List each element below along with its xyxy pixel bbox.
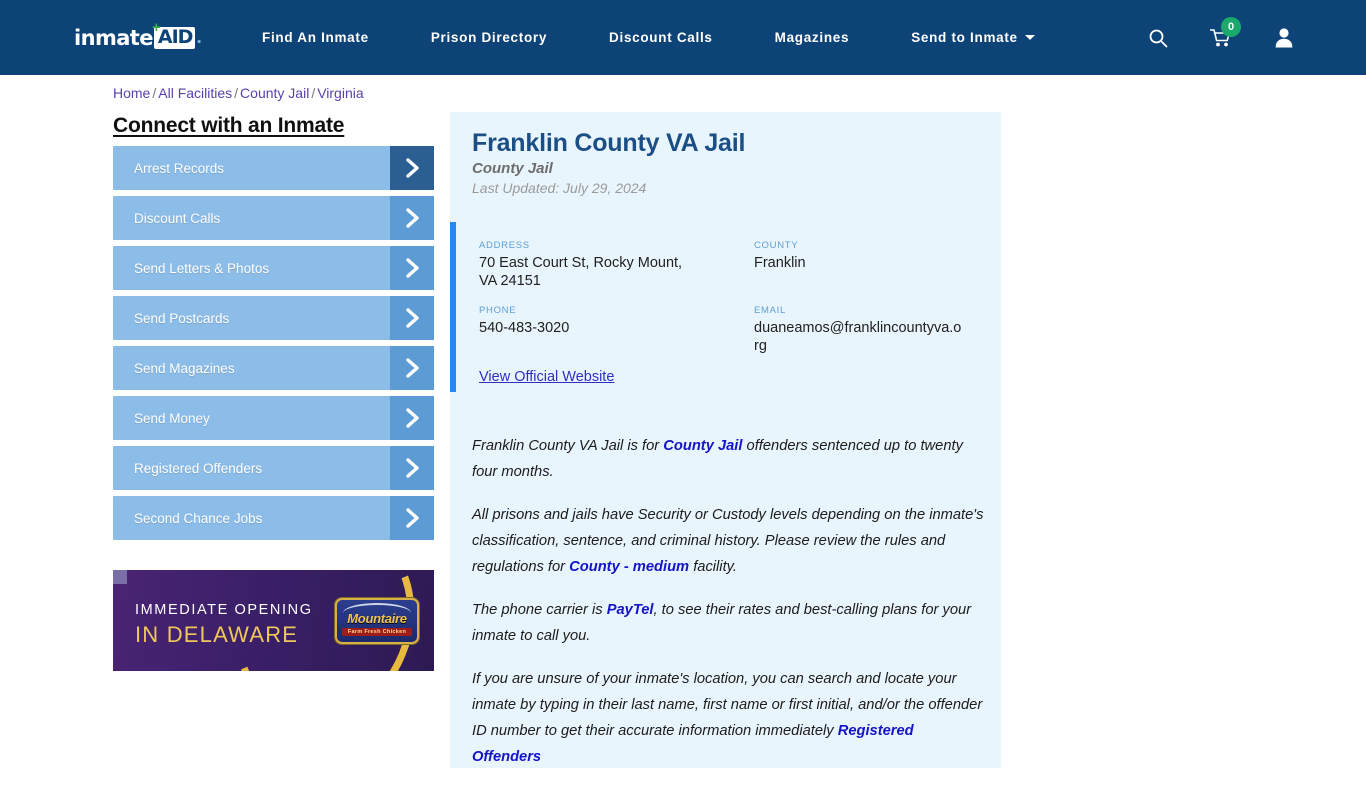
sidebar-item-label: Discount Calls: [134, 210, 221, 226]
sidebar-item-label: Arrest Records: [134, 160, 225, 176]
nav-item-find-an-inmate[interactable]: Find An Inmate: [262, 30, 369, 45]
sidebar-heading: Connect with an Inmate: [113, 114, 345, 137]
breadcrumb-item-virginia[interactable]: Virginia: [317, 85, 363, 101]
cart-button[interactable]: 0: [1210, 16, 1241, 48]
mountaire-logo: Mountaire Farm Fresh Chicken: [335, 598, 419, 644]
nav-item-send-to-inmate-label: Send to Inmate: [911, 30, 1018, 45]
p3-link-paytel[interactable]: PayTel: [607, 602, 654, 618]
nav-item-prison-directory[interactable]: Prison Directory: [431, 30, 547, 45]
sidebar-item-label: Send Postcards: [134, 310, 230, 326]
accent-bar: [450, 222, 456, 392]
info-value: 70 East Court St, Rocky Mount, VA 24151: [479, 255, 683, 290]
logo-plus-icon: +: [152, 19, 161, 36]
facility-detail-card: Franklin County VA Jail County Jail Last…: [450, 112, 1001, 768]
nav-item-magazines[interactable]: Magazines: [775, 30, 850, 45]
description-paragraph-3: The phone carrier is PayTel, to see thei…: [472, 597, 984, 649]
account-button[interactable]: [1274, 27, 1294, 48]
info-field-county: COUNTY Franklin: [754, 240, 979, 272]
search-icon: [1149, 29, 1168, 47]
info-label: EMAIL: [754, 305, 787, 316]
chevron-right-icon: [390, 246, 434, 290]
top-navigation-bar: inmate + AID . Find An Inmate Prison Dir…: [0, 0, 1366, 75]
chevron-right-icon: [390, 296, 434, 340]
sidebar-item-send-money[interactable]: Send Money: [113, 396, 434, 440]
facility-info-block: ADDRESS 70 East Court St, Rocky Mount, V…: [450, 222, 1001, 392]
advertisement-banner[interactable]: IMMEDIATE OPENING IN DELAWARE Mountaire …: [113, 570, 434, 671]
ad-headline-line2: IN DELAWARE: [135, 622, 299, 647]
view-official-website-link[interactable]: View Official Website: [479, 369, 614, 385]
info-value: duaneamos@franklincountyva.org: [754, 320, 962, 355]
info-field-email: EMAIL duaneamos@franklincountyva.org: [754, 305, 966, 356]
site-logo[interactable]: inmate + AID .: [74, 20, 202, 52]
description-paragraph-2: All prisons and jails have Security or C…: [472, 502, 984, 580]
breadcrumb: Home / All Facilities / County Jail / Virginia: [113, 85, 364, 101]
breadcrumb-item-all-facilities[interactable]: All Facilities: [158, 85, 232, 101]
info-label: COUNTY: [754, 240, 799, 251]
chevron-right-icon: [390, 446, 434, 490]
chevron-right-icon: [390, 146, 434, 190]
facility-type: County Jail: [472, 160, 553, 177]
breadcrumb-item-county-jail[interactable]: County Jail: [240, 85, 309, 101]
logo-dot: .: [196, 27, 202, 48]
chevron-right-icon: [390, 396, 434, 440]
sidebar-item-second-chance-jobs[interactable]: Second Chance Jobs: [113, 496, 434, 540]
sidebar-item-discount-calls[interactable]: Discount Calls: [113, 196, 434, 240]
p2-text-b: facility.: [689, 559, 737, 575]
description-paragraph-4: If you are unsure of your inmate's locat…: [472, 666, 984, 770]
sidebar-item-label: Send Letters & Photos: [134, 260, 270, 276]
logo-text-primary: inmate: [74, 26, 153, 50]
user-icon: [1275, 28, 1293, 48]
cart-count-badge: 0: [1221, 16, 1241, 37]
sidebar-item-label: Send Money: [134, 410, 210, 426]
ad-logo-arc: [343, 603, 411, 613]
page-title: Franklin County VA Jail: [472, 129, 746, 157]
sidebar-item-arrest-records[interactable]: Arrest Records: [113, 146, 434, 190]
ad-brand-tagline: Farm Fresh Chicken: [341, 627, 413, 636]
sidebar-item-send-postcards[interactable]: Send Postcards: [113, 296, 434, 340]
nav-item-send-to-inmate[interactable]: Send to Inmate: [911, 30, 1035, 45]
sidebar-item-label: Registered Offenders: [134, 460, 263, 476]
ad-headline-line1: IMMEDIATE OPENING: [135, 602, 313, 618]
sidebar-menu: Arrest Records Discount Calls Send Lette…: [113, 146, 434, 546]
chevron-down-icon: [1024, 35, 1035, 40]
breadcrumb-separator: /: [152, 85, 157, 101]
facility-description: Franklin County VA Jail is for County Ja…: [472, 433, 984, 787]
sidebar-item-send-magazines[interactable]: Send Magazines: [113, 346, 434, 390]
chevron-right-icon: [390, 196, 434, 240]
chevron-right-icon: [390, 496, 434, 540]
sidebar-item-send-letters-photos[interactable]: Send Letters & Photos: [113, 246, 434, 290]
breadcrumb-separator: /: [234, 85, 239, 101]
info-field-phone: PHONE 540-483-3020: [479, 305, 689, 337]
sidebar-item-registered-offenders[interactable]: Registered Offenders: [113, 446, 434, 490]
breadcrumb-separator: /: [311, 85, 316, 101]
last-updated-text: Last Updated: July 29, 2024: [472, 180, 647, 196]
ad-corner-accent: [113, 570, 127, 584]
info-label: ADDRESS: [479, 240, 530, 251]
info-field-address: ADDRESS 70 East Court St, Rocky Mount, V…: [479, 240, 689, 291]
p1-text-a: Franklin County VA Jail is for: [472, 438, 664, 454]
p3-text-a: The phone carrier is: [472, 602, 607, 618]
sidebar-item-label: Second Chance Jobs: [134, 510, 263, 526]
chevron-right-icon: [390, 346, 434, 390]
nav-icon-group: 0: [1148, 0, 1294, 75]
nav-item-discount-calls[interactable]: Discount Calls: [609, 30, 713, 45]
p2-link-county-medium[interactable]: County - medium: [569, 559, 689, 575]
sidebar-item-label: Send Magazines: [134, 360, 235, 376]
search-button[interactable]: [1148, 28, 1168, 48]
info-value: 540-483-3020: [479, 320, 570, 336]
breadcrumb-item-home[interactable]: Home: [113, 85, 150, 101]
p1-link-county-jail[interactable]: County Jail: [663, 438, 742, 454]
info-label: PHONE: [479, 305, 517, 316]
primary-nav: Find An Inmate Prison Directory Discount…: [262, 0, 1035, 75]
info-value: Franklin: [754, 255, 806, 271]
description-paragraph-1: Franklin County VA Jail is for County Ja…: [472, 433, 984, 485]
